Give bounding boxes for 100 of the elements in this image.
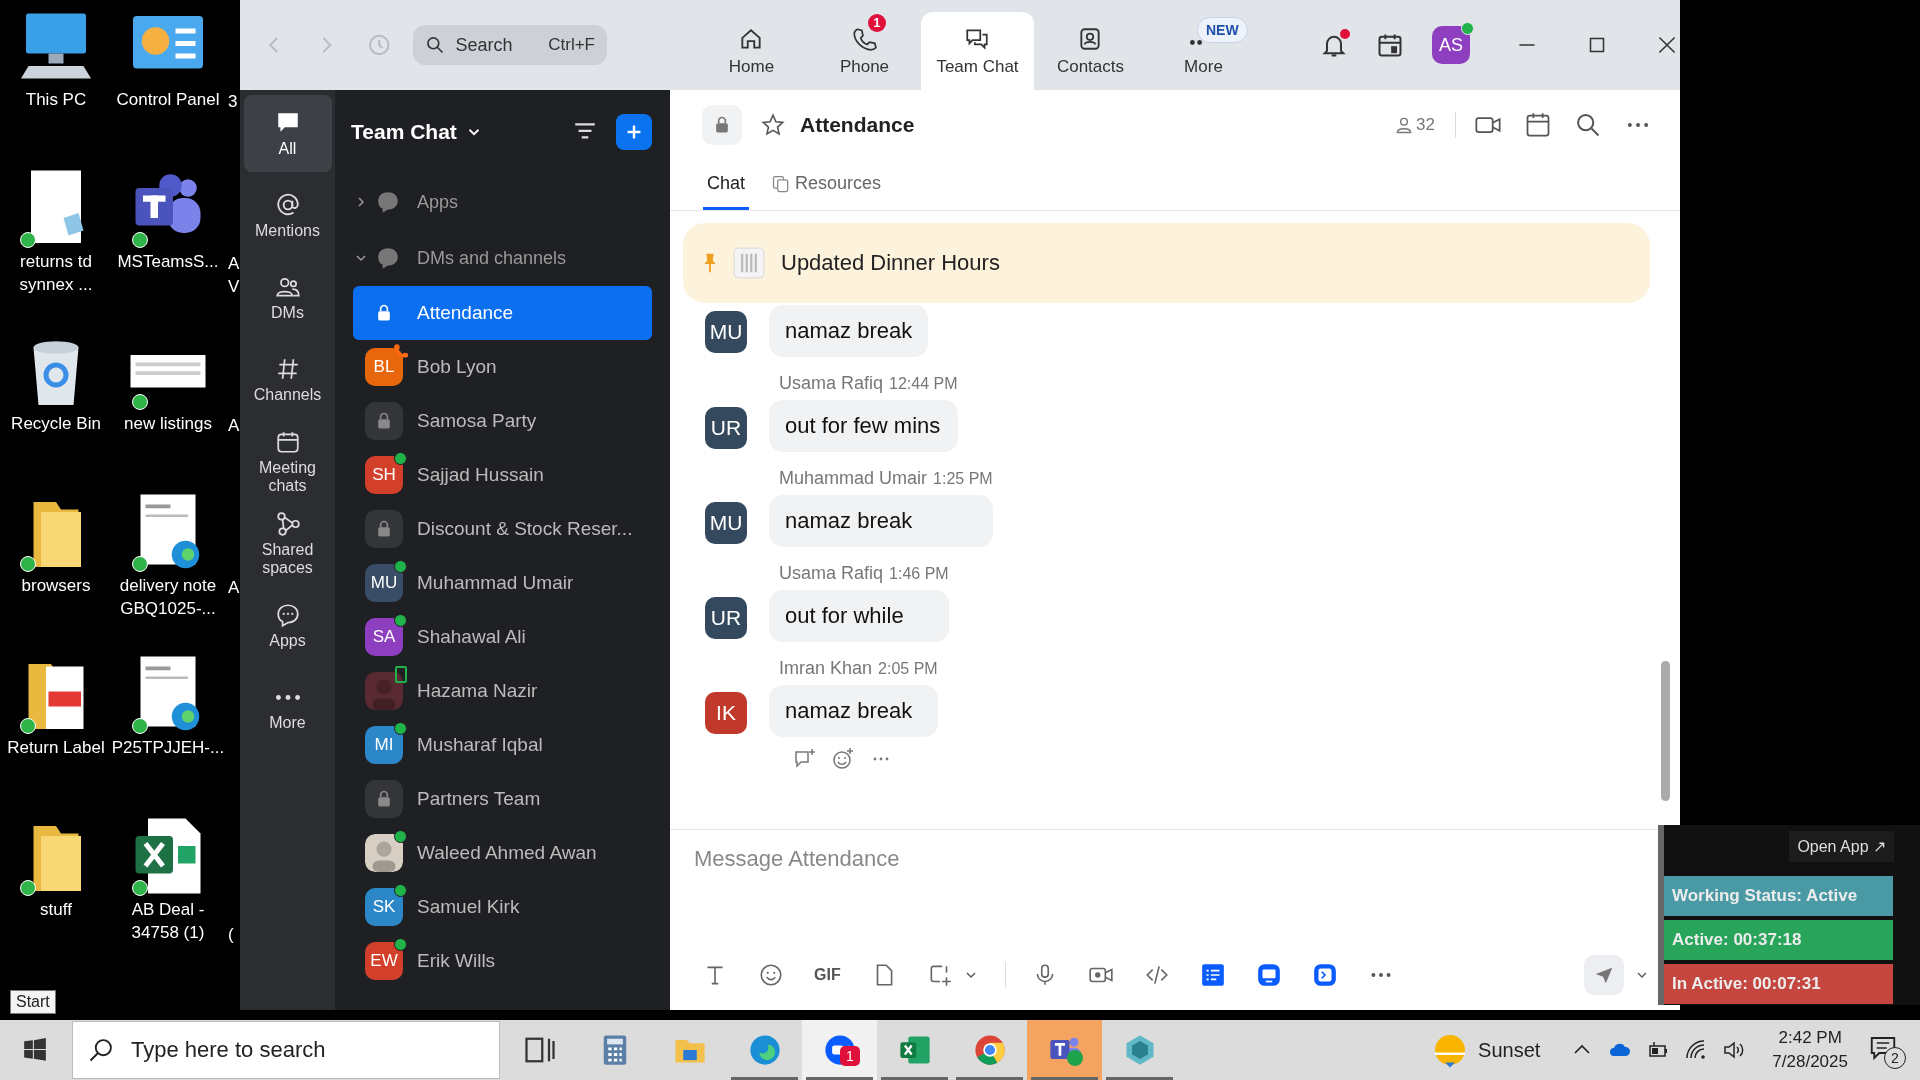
star-icon[interactable] [760,112,786,138]
avatar: UR [705,406,747,449]
message-bubble: namaz break [769,495,993,547]
desktop-icon-label: A V [227,253,241,298]
search-icon [87,1036,115,1064]
new-chat-button[interactable] [616,114,652,150]
new-badge: NEW [1197,17,1248,43]
calendar-icon[interactable] [1524,111,1552,139]
section-header[interactable]: DMs and channels [353,230,652,286]
rail-item[interactable]: Shared spaces [243,505,332,582]
avatar: SA [365,618,403,656]
start-tooltip: Start [10,990,56,1014]
avatar: EW [365,942,403,980]
emoji-icon[interactable] [758,962,784,988]
search-icon[interactable] [1574,111,1602,139]
clock-time[interactable]: 2:42 PM [1778,1026,1842,1050]
rail-item[interactable]: DMs [243,259,332,336]
avatar: MI [365,726,403,764]
user-avatar[interactable]: AS [1432,26,1470,64]
clock-date[interactable]: 7/28/2025 [1772,1050,1848,1074]
search-icon [425,35,446,55]
chat-list-item[interactable]: SH Sajjad Hussain [353,448,652,502]
nav-tab[interactable]: NEW More [1147,12,1260,90]
chat-list-item[interactable]: SA Shahawal Ali [353,610,652,664]
reply-icon[interactable] [793,747,817,771]
lock-icon [365,510,403,548]
sender-name: Usama Rafiq [779,563,884,584]
rail-item[interactable]: Channels [243,341,332,418]
windows-logo-icon[interactable] [22,1037,48,1063]
list-app-icon[interactable] [1199,962,1226,988]
sender-name: Muhammad Umair [779,468,928,489]
chat-list-item[interactable]: MI Musharaf Iqbal [353,718,652,772]
notification-count: 2 [1884,1047,1906,1069]
gif-button[interactable]: GIF [814,966,841,984]
avatar: UR [705,596,747,639]
at-sign-icon [274,191,301,218]
rail-item[interactable]: All [243,95,332,172]
chat-list-item[interactable]: BL Bob Lyon [353,340,652,394]
speech-bubble-icon [375,245,401,271]
nav-tab[interactable]: Contacts [1034,12,1147,90]
status-bar: Active: 00:37:18 [1664,920,1893,960]
chat-list-item[interactable]: Waleed Ahmed Awan [353,826,652,880]
message-time: 2:05 PM [878,660,938,678]
scrollbar-thumb[interactable] [1661,661,1670,801]
message-time: 1:46 PM [889,565,949,583]
desktop-icon-label: A [227,415,241,437]
share-nodes-icon [274,510,301,537]
chat-list-item[interactable]: MU Muhammad Umair [353,556,652,610]
speech-bubble-icon [375,189,401,215]
avatar: MU [705,311,747,353]
dots-icon [1190,39,1203,45]
sender-name: Usama Rafiq [779,373,884,394]
chat-list-item[interactable]: Partners Team [353,772,652,826]
chat-tab[interactable]: Chat [703,160,750,210]
chat-list-item[interactable]: Hazama Nazir [353,664,652,718]
message-time: 12:44 PM [889,375,958,393]
desktop-icon-label[interactable]: P25TPJJEH-... [109,736,227,759]
chat-list-item[interactable]: EW Erik Wills [353,934,652,988]
message-bubble: namaz break [769,685,938,737]
weather-label[interactable]: Sunset [1478,1038,1541,1062]
send-button[interactable] [1584,955,1624,995]
channel-title: Attendance [800,113,915,137]
phone-icon [851,25,878,52]
rail-item[interactable]: Mentions [243,177,332,254]
lock-icon [702,105,742,145]
pinned-banner[interactable]: Updated Dinner Hours [683,223,1650,303]
prompt-app-icon[interactable] [1311,962,1338,988]
screen-app-icon[interactable] [1255,962,1282,988]
open-app-button[interactable]: Open App ↗ [1789,831,1894,862]
shortcut-hint: Ctrl+F [548,35,595,55]
document-thumbnail-icon [733,247,765,279]
rail-item[interactable]: Apps [243,587,332,664]
avatar: SK [365,888,403,926]
message-bubble: out for while [769,590,949,642]
message-bubble: out for few mins [769,400,958,452]
rail-item[interactable]: Meeting chats [243,423,332,500]
team-chat-dropdown[interactable]: Team Chat [351,120,572,144]
nav-tab[interactable]: Home [695,12,808,90]
rail-item[interactable]: More [243,669,332,746]
chat-list-item[interactable]: Attendance [353,286,652,340]
dots-icon [274,693,301,701]
search-field[interactable]: Search Ctrl+F [413,25,607,65]
avatar: BL [365,348,403,386]
section-header[interactable]: Apps [353,174,652,230]
status-bar: Working Status: Active [1664,876,1893,916]
search-placeholder: Type here to search [131,1037,326,1063]
chat-list-item[interactable]: Discount & Stock Reser... [353,502,652,556]
chat-list-item[interactable]: SK Samuel Kirk [353,880,652,934]
nav-tab[interactable]: Team Chat [921,12,1034,90]
nav-tab[interactable]: 1 Phone [808,12,921,90]
taskbar-app[interactable]: 1 [802,1020,877,1080]
members-button[interactable]: 32 [1394,115,1435,135]
status-bar: In Active: 00:07:31 [1664,964,1893,1004]
count-badge: 1 [868,14,886,32]
taskbar-search-field[interactable]: Type here to search [72,1021,500,1079]
add-reaction-icon[interactable] [831,747,855,771]
chat-tab[interactable]: Resources [767,160,886,210]
lock-icon [365,780,403,818]
desktop-icon-label: A [227,577,241,599]
chat-list-item[interactable]: Samosa Party [353,394,652,448]
